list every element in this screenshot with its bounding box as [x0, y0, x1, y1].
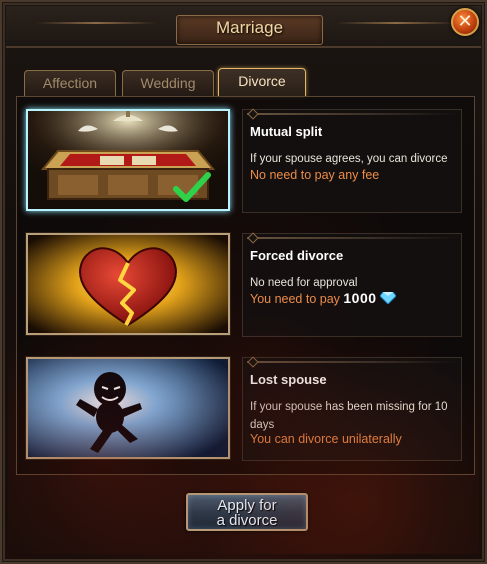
panel-divider [247, 361, 457, 363]
option-lost-spouse-panel: Lost spouse If your spouse has been miss… [242, 356, 462, 461]
title-ornament-right [336, 22, 456, 24]
running-shadow-icon [28, 359, 228, 457]
tab-divorce[interactable]: Divorce [218, 68, 306, 96]
cost-amount: 1000 [343, 290, 377, 306]
panel-ornament-icon [247, 108, 259, 120]
apply-button-line1: Apply for [217, 497, 277, 514]
close-button[interactable]: ✕ [451, 8, 479, 36]
option-lost-spouse-image[interactable] [26, 357, 230, 459]
option-forced-divorce-panel: Forced divorce No need for approval You … [242, 232, 462, 337]
tab-affection[interactable]: Affection [24, 70, 116, 96]
option-note: You can divorce unilaterally [250, 432, 402, 446]
treasure-table-icon [28, 111, 228, 209]
diamond-icon [379, 292, 396, 304]
panel-divider [247, 113, 457, 115]
cost-label: You need to pay [250, 292, 340, 306]
option-description: If your spouse has been missing for 10 d… [250, 401, 448, 431]
apply-divorce-button[interactable]: Apply for a divorce [186, 493, 308, 531]
option-title: Mutual split [250, 124, 323, 139]
option-mutual-split-image[interactable] [26, 109, 230, 211]
title-ornament-left [36, 22, 156, 24]
marriage-window: Marriage ✕ Affection Wedding Divorce Mut… [0, 0, 487, 564]
panel-divider [247, 237, 457, 239]
apply-button-line2: a divorce [216, 512, 278, 529]
window-title: Marriage [215, 18, 284, 37]
option-mutual-split-panel: Mutual split If your spouse agrees, you … [242, 108, 462, 213]
panel-ornament-icon [247, 232, 259, 244]
close-icon: ✕ [457, 11, 473, 32]
option-forced-divorce-image[interactable] [26, 233, 230, 335]
option-cost: You need to pay 1000 [250, 290, 396, 306]
option-title: Lost spouse [250, 372, 327, 387]
option-note: No need to pay any fee [250, 168, 380, 182]
broken-heart-icon [28, 235, 228, 333]
tab-wedding[interactable]: Wedding [122, 70, 214, 96]
option-title: Forced divorce [250, 248, 344, 263]
title-bar: Marriage [6, 6, 481, 48]
option-description: If your spouse agrees, you can divorce [250, 153, 448, 165]
panel-ornament-icon [247, 356, 259, 368]
